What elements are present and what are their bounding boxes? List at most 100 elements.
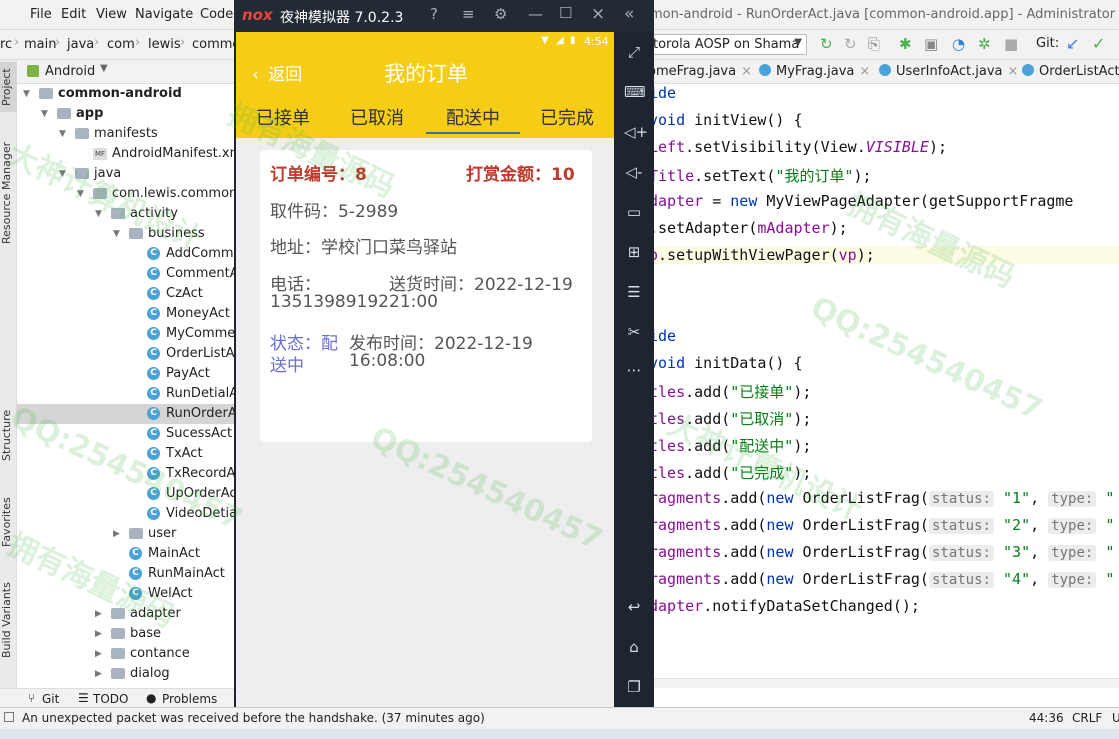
tree-item[interactable]: ▶ contance [17, 644, 234, 664]
tree-item[interactable]: ▼ business [17, 224, 234, 244]
collapse-sidebar-icon[interactable]: « [624, 4, 634, 24]
chevron-down-icon[interactable]: ▼ [95, 204, 102, 224]
chevron-down-icon[interactable]: ▼ [59, 124, 66, 144]
editor-tab[interactable]: UserInfoAct.java × [879, 64, 1018, 79]
build-variants-tool-tab[interactable]: Build Variants [0, 580, 17, 660]
project-tool-tab[interactable]: Project [0, 62, 17, 112]
tree-item[interactable]: ▼ common-android [17, 84, 234, 104]
breadcrumb-item[interactable]: main [24, 37, 56, 52]
profile-icon[interactable]: ◔ [952, 35, 965, 53]
tree-item[interactable]: C OrderListAc [17, 344, 234, 364]
git-commit-icon[interactable]: ✓ [1092, 34, 1105, 53]
breadcrumb-item[interactable]: lewis [148, 37, 181, 52]
close-icon[interactable]: × [741, 64, 752, 79]
chevron-down-icon[interactable]: ▼ [77, 184, 84, 204]
volume-up-icon[interactable]: ◁+ [624, 122, 648, 142]
tree-item[interactable]: C CommentA [17, 264, 234, 284]
tree-item[interactable]: C TxAct [17, 444, 234, 464]
menu-icon[interactable]: ≡ [462, 5, 475, 23]
tree-item[interactable]: ▶ user [17, 524, 234, 544]
tab-accepted[interactable]: 已接单 [256, 104, 310, 130]
chevron-right-icon[interactable]: ▶ [95, 624, 102, 644]
tree-item[interactable]: ▶ adapter [17, 604, 234, 624]
chevron-right-icon[interactable]: ▶ [95, 644, 102, 664]
recent-apps-icon[interactable]: ❐ [624, 677, 644, 697]
tree-item[interactable]: MF AndroidManifest.xml [17, 144, 234, 164]
file-encoding[interactable]: U [1112, 711, 1119, 725]
tree-item[interactable]: C MoneyAct [17, 304, 234, 324]
git-tab[interactable]: Git [42, 692, 59, 706]
tab-cancelled[interactable]: 已取消 [350, 104, 404, 130]
todo-tab[interactable]: TODO [93, 692, 128, 706]
close-icon[interactable]: × [591, 4, 605, 24]
tab-completed[interactable]: 已完成 [540, 104, 594, 130]
project-view-selector[interactable]: Android [45, 64, 95, 79]
tree-item[interactable]: C WelAct [17, 584, 234, 604]
settings-gear-icon[interactable]: ⚙ [494, 5, 507, 23]
more-icon[interactable]: ⋯ [624, 360, 644, 380]
stop-icon[interactable]: ■ [1004, 35, 1018, 53]
menu-edit[interactable]: Edit [61, 7, 86, 22]
rerun-icon[interactable]: ↻ [820, 35, 833, 53]
apply-code-icon[interactable]: ⎘ [868, 35, 880, 53]
code-editor[interactable]: ide void initView() {Left.setVisibility(V… [654, 84, 1119, 678]
tree-item[interactable]: C RunDetialAc [17, 384, 234, 404]
chevron-down-icon[interactable]: ▼ [59, 164, 66, 184]
volume-down-icon[interactable]: ◁- [624, 162, 644, 182]
favorites-tool-tab[interactable]: Favorites [0, 492, 17, 552]
apply-changes-icon[interactable]: ↻ [844, 35, 857, 53]
tool-window-icon[interactable] [4, 712, 14, 722]
chevron-right-icon[interactable]: ▶ [95, 604, 102, 624]
maximize-icon[interactable]: ☐ [559, 4, 572, 22]
breadcrumb-item[interactable]: rc [0, 37, 12, 52]
tree-item[interactable]: C VideoDetia [17, 504, 234, 524]
tree-item[interactable]: ▶ base [17, 624, 234, 644]
home-icon[interactable]: ⌂ [624, 637, 644, 657]
scissors-icon[interactable]: ✂ [624, 322, 644, 342]
tab-delivering[interactable]: 配送中 [446, 104, 500, 130]
problems-tab[interactable]: Problems [162, 692, 217, 706]
menu-view[interactable]: View [96, 7, 127, 22]
fullscreen-icon[interactable]: ⤢ [624, 42, 644, 62]
menu-file[interactable]: File [30, 7, 52, 22]
tree-item[interactable]: C AddComme [17, 244, 234, 264]
chevron-down-icon[interactable]: ▼ [100, 63, 108, 74]
coverage-icon[interactable]: ▣ [924, 35, 938, 53]
tree-item[interactable]: C PayAct [17, 364, 234, 384]
debug-icon[interactable]: ✱ [899, 35, 912, 53]
tree-item[interactable]: ▼ com.lewis.common [17, 184, 234, 204]
chevron-right-icon[interactable]: ▶ [113, 524, 120, 544]
editor-tab[interactable]: OrderListAct.j [1022, 64, 1119, 79]
tree-item[interactable]: C RunOrderA [17, 404, 234, 424]
keyboard-icon[interactable]: ⌨ [624, 82, 646, 102]
tree-item[interactable]: ▼ manifests [17, 124, 234, 144]
tree-item[interactable]: C RunMainAct [17, 564, 234, 584]
editor-tab[interactable]: MyFrag.java × [759, 64, 870, 79]
chevron-right-icon[interactable]: ▶ [95, 664, 102, 684]
menu-navigate[interactable]: Navigate [135, 7, 193, 22]
structure-tool-tab[interactable]: Structure [0, 405, 17, 465]
multi-instance-icon[interactable]: ☰ [624, 282, 644, 302]
menu-code[interactable]: Code [200, 7, 233, 22]
tree-item[interactable]: C CzAct [17, 284, 234, 304]
minimize-icon[interactable]: — [528, 5, 543, 23]
breadcrumb-item[interactable]: java [67, 37, 94, 52]
chevron-down-icon[interactable]: ▼ [41, 104, 48, 124]
back-icon[interactable]: ↩ [624, 597, 644, 617]
tree-item[interactable]: C SucessAct [17, 424, 234, 444]
chevron-down-icon[interactable]: ▼ [23, 84, 30, 104]
device-selector[interactable]: torola AOSP on Shama ▼ [652, 34, 807, 55]
help-icon[interactable]: ? [430, 5, 438, 23]
tree-item[interactable]: C MainAct [17, 544, 234, 564]
breadcrumb-item[interactable]: com [107, 37, 135, 52]
close-icon[interactable]: × [1008, 64, 1019, 79]
line-separator[interactable]: CRLF [1072, 711, 1102, 725]
resource-manager-tool-tab[interactable]: Resource Manager [0, 138, 17, 248]
attach-debugger-icon[interactable]: ✲ [978, 35, 991, 53]
tree-item[interactable]: C MyCommer [17, 324, 234, 344]
caret-position[interactable]: 44:36 [1029, 711, 1064, 725]
status-message[interactable]: An unexpected packet was received before… [22, 711, 485, 725]
tree-item[interactable]: C TxRecordAc [17, 464, 234, 484]
apk-install-icon[interactable]: ⊞ [624, 242, 644, 262]
close-icon[interactable]: × [859, 64, 870, 79]
